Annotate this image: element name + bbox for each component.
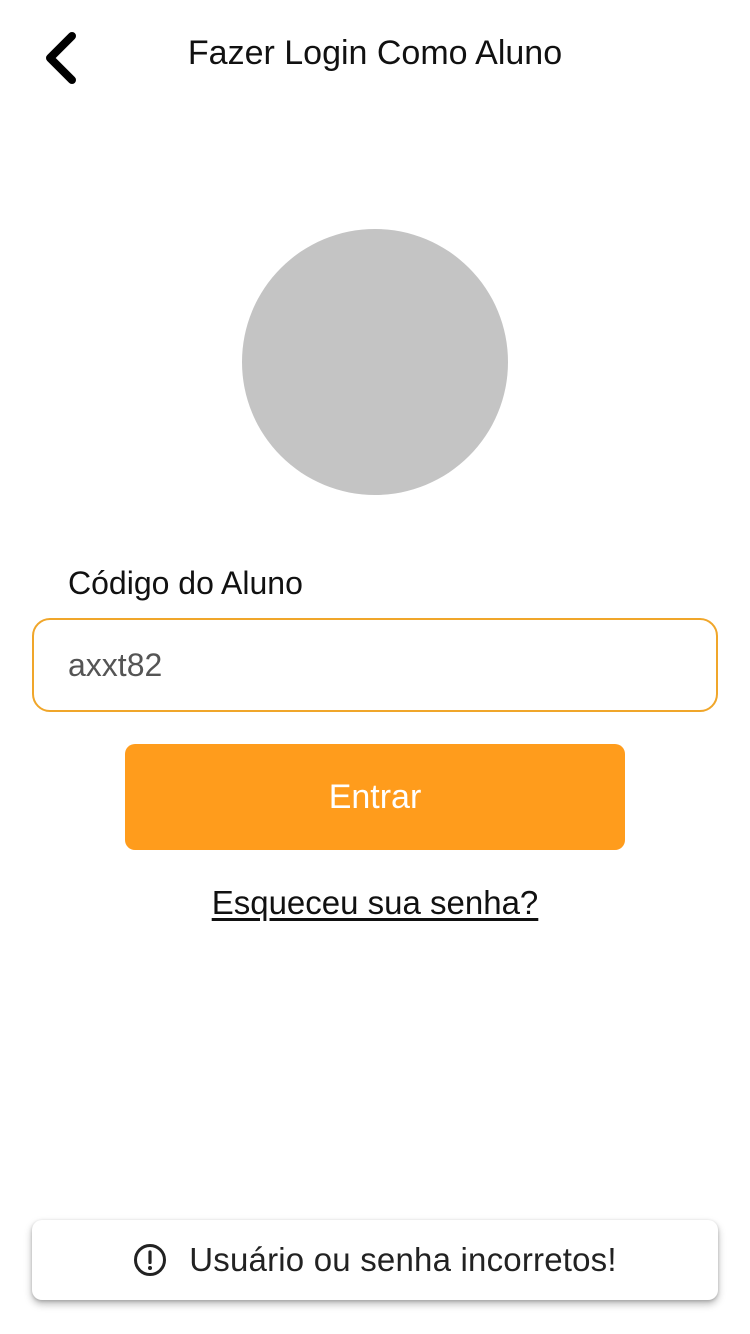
page-title: Fazer Login Como Aluno	[187, 34, 563, 72]
alert-circle-icon	[133, 1243, 167, 1277]
student-code-label: Código do Aluno	[68, 565, 303, 601]
login-button[interactable]: Entrar	[125, 744, 625, 850]
student-code-input[interactable]	[32, 618, 718, 712]
error-toast: Usuário ou senha incorretos!	[32, 1220, 718, 1300]
error-message: Usuário ou senha incorretos!	[189, 1241, 617, 1278]
forgot-password-link[interactable]: Esqueceu sua senha?	[0, 884, 750, 922]
avatar	[242, 229, 508, 495]
app-header: Fazer Login Como Aluno	[0, 0, 750, 112]
